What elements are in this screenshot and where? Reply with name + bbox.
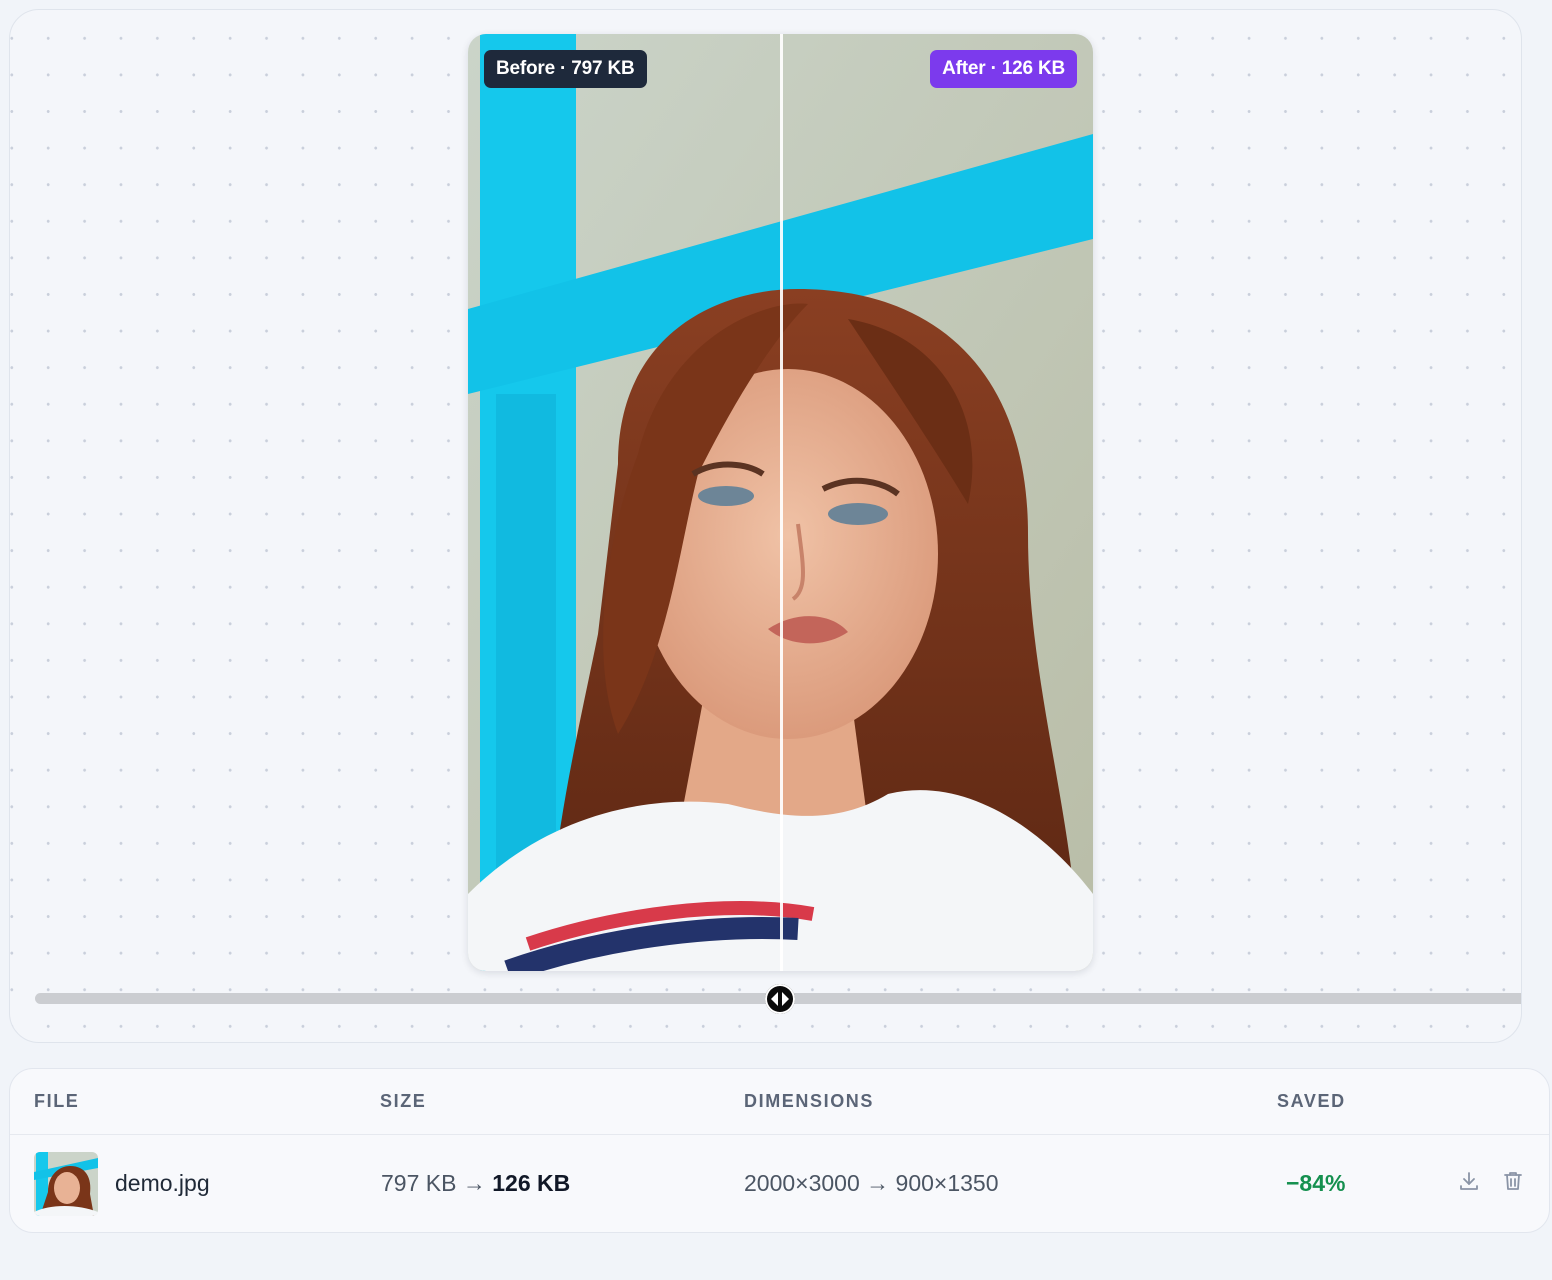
compare-panel: Before · 797 KB After · 126 KB: [9, 9, 1522, 1043]
header-size[interactable]: SIZE: [380, 1091, 426, 1112]
download-button[interactable]: [1454, 1166, 1484, 1196]
trash-icon: [1504, 1172, 1522, 1190]
saved-percent: −84%: [1286, 1170, 1346, 1196]
before-badge: Before · 797 KB: [484, 50, 647, 88]
header-saved[interactable]: SAVED: [1277, 1091, 1346, 1112]
split-arrows-icon: [771, 992, 789, 1006]
header-dimensions[interactable]: DIMENSIONS: [744, 1091, 874, 1112]
size-after: 126 KB: [492, 1170, 571, 1196]
size-before: 797 KB →: [381, 1170, 486, 1196]
results-table: FILE SIZE DIMENSIONS SAVED demo.jpg 797 …: [9, 1068, 1550, 1233]
file-name: demo.jpg: [115, 1170, 210, 1196]
file-dimensions: 2000×3000 → 900×1350: [744, 1170, 999, 1196]
table-row[interactable]: demo.jpg 797 KB → 126 KB 2000×3000 → 900…: [10, 1136, 1549, 1232]
after-badge: After · 126 KB: [930, 50, 1077, 88]
compare-slider-handle[interactable]: [765, 984, 795, 1014]
file-size: 797 KB → 126 KB: [381, 1170, 570, 1197]
table-header: FILE SIZE DIMENSIONS SAVED: [10, 1069, 1549, 1135]
header-file[interactable]: FILE: [34, 1091, 79, 1112]
delete-button[interactable]: [1498, 1166, 1528, 1196]
file-thumbnail: [34, 1152, 98, 1216]
comparison-image[interactable]: Before · 797 KB After · 126 KB: [468, 34, 1093, 971]
compare-divider[interactable]: [780, 34, 783, 971]
download-icon: [1460, 1172, 1478, 1190]
